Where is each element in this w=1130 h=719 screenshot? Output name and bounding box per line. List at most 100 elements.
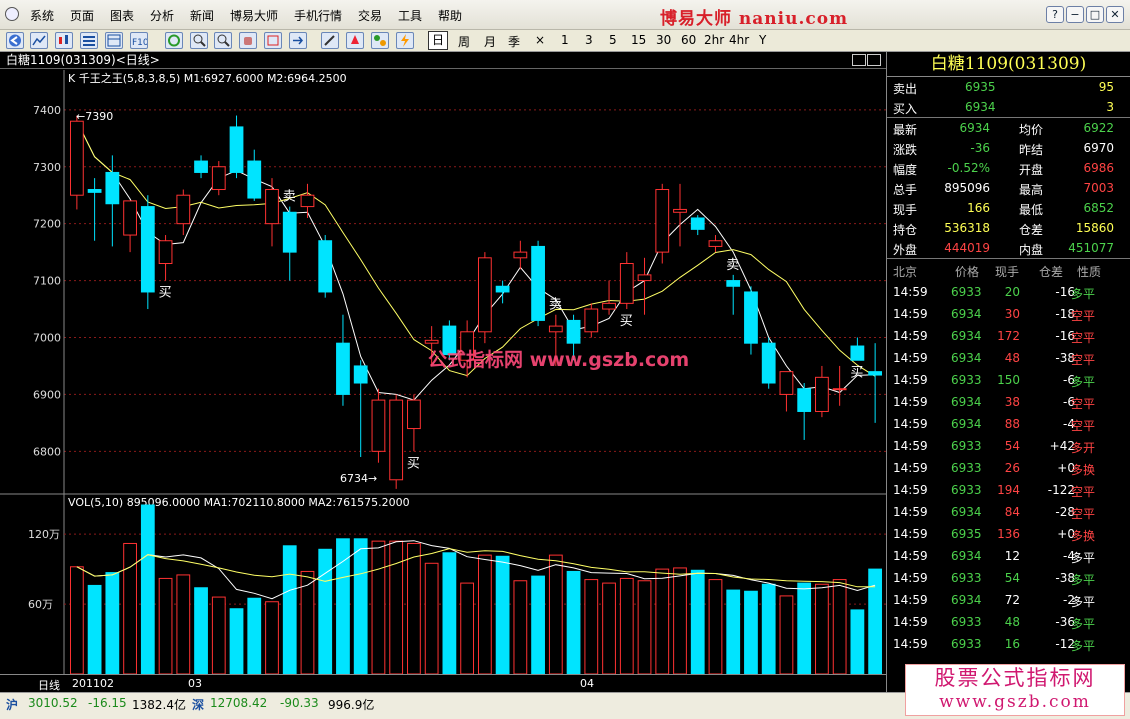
candle-body <box>797 388 812 412</box>
sh-amount: 1382.4亿 <box>132 698 186 712</box>
hand-icon[interactable] <box>239 32 257 49</box>
sh-index: 3010.52 <box>28 696 78 710</box>
candle-body <box>318 240 333 293</box>
period-close[interactable]: × <box>535 33 545 47</box>
period-day[interactable]: 日 <box>428 31 449 50</box>
volume-bar <box>477 554 492 674</box>
candle-body <box>850 345 865 361</box>
help-window-icon[interactable]: ? <box>1046 6 1064 23</box>
line-chart-icon[interactable] <box>30 32 48 49</box>
candle-body <box>690 217 705 230</box>
candle-body <box>602 302 616 310</box>
menu-system[interactable]: 系统 <box>30 7 54 24</box>
menu-mobile[interactable]: 手机行情 <box>294 7 342 24</box>
period-3min[interactable]: 3 <box>585 33 593 47</box>
menu-page[interactable]: 页面 <box>70 7 94 24</box>
volume-bar <box>318 548 333 674</box>
period-5min[interactable]: 5 <box>609 33 617 47</box>
menu-chart[interactable]: 图表 <box>110 7 134 24</box>
volume-bar <box>424 562 439 674</box>
candle-body <box>531 245 545 321</box>
menu-trade[interactable]: 交易 <box>358 7 382 24</box>
refresh-icon[interactable] <box>165 32 183 49</box>
period-1min[interactable]: 1 <box>561 33 569 47</box>
tick-row: 14:59 6934 172 -16 空平 <box>893 329 1096 345</box>
volume-bar <box>815 583 829 674</box>
menu-analysis[interactable]: 分析 <box>150 7 174 24</box>
maximize-icon[interactable]: □ <box>1086 6 1104 23</box>
app-logo-icon[interactable] <box>5 7 19 21</box>
sz-label: 深 <box>192 698 205 712</box>
period-60min[interactable]: 60 <box>681 33 696 47</box>
f10-icon[interactable]: F10 <box>130 32 149 49</box>
list-icon[interactable] <box>80 32 98 49</box>
indicator-icon[interactable] <box>371 32 389 49</box>
table-icon[interactable] <box>105 32 123 49</box>
flash-icon[interactable] <box>396 32 414 49</box>
stat-value: 6970 <box>1083 141 1114 155</box>
quote-stat-row: 外盘 444019 内盘 451077 <box>887 238 1130 258</box>
tick-row: 14:59 6933 16 -12 多平 <box>893 637 1096 653</box>
period-4hr[interactable]: 4hr <box>729 33 749 47</box>
volume-bar <box>619 577 634 674</box>
menu-boyi[interactable]: 博易大师 <box>230 7 278 24</box>
tick-row: 14:59 6934 84 -28 空平 <box>893 505 1096 521</box>
menu-tools[interactable]: 工具 <box>398 7 422 24</box>
kline-icon[interactable] <box>55 32 73 49</box>
back-icon[interactable] <box>6 32 24 49</box>
kline-chart[interactable]: K 千王之王(5,8,3,8,5) M1:6927.6000 M2:6964.2… <box>0 70 886 674</box>
stat-value: 15860 <box>1075 221 1114 235</box>
volume-bar <box>282 545 297 674</box>
zoom-out-icon[interactable] <box>214 32 232 49</box>
tick-row: 14:59 6934 48 -38 空平 <box>893 351 1096 367</box>
volume-bar <box>513 580 528 674</box>
select-icon[interactable] <box>264 32 282 49</box>
tick-row: 14:59 6933 20 -16 多平 <box>893 285 1096 301</box>
period-2hr[interactable]: 2hr <box>704 33 724 47</box>
period-month[interactable]: 月 <box>484 33 496 50</box>
draw-icon[interactable] <box>321 32 339 49</box>
period-year[interactable]: Y <box>759 33 766 47</box>
sh-label: 沪 <box>6 698 19 712</box>
candle-body <box>69 120 84 196</box>
alert-icon[interactable] <box>346 32 364 49</box>
minimize-icon[interactable]: − <box>1066 6 1084 23</box>
candle-body <box>744 291 758 344</box>
period-30min[interactable]: 30 <box>656 33 671 47</box>
candle-body <box>265 189 279 225</box>
nav-left-icon[interactable] <box>852 54 866 66</box>
window-controls: ? − □ ✕ <box>1044 6 1124 23</box>
period-quarter[interactable]: 季 <box>508 33 520 50</box>
volume-bar <box>566 570 581 674</box>
volume-bar <box>531 575 545 674</box>
tick-header: 北京 价格 现手 仓差 性质 <box>893 265 1102 279</box>
signal-label: 买 <box>620 314 633 329</box>
tick-row: 14:59 6934 38 -6 空平 <box>893 395 1096 411</box>
candle-body <box>868 371 883 376</box>
volume-bar <box>584 579 599 674</box>
export-icon[interactable] <box>289 32 307 49</box>
candle-body <box>87 189 102 193</box>
stat-label: 涨跌 <box>893 143 918 157</box>
tick-row: 14:59 6933 54 -38 多平 <box>893 571 1096 587</box>
tick-list[interactable]: 14:59 6933 20 -16 多平 14:59 6934 30 -18 空平… <box>887 281 1130 655</box>
candle-body <box>708 240 723 247</box>
price-tick-label: 7000 <box>33 331 61 344</box>
menu-news[interactable]: 新闻 <box>190 7 214 24</box>
zoom-in-icon[interactable] <box>190 32 208 49</box>
sz-index: 12708.42 <box>210 696 268 710</box>
volume-bar <box>832 579 847 674</box>
period-week[interactable]: 周 <box>458 33 470 50</box>
stat-label: 最新 <box>893 123 918 137</box>
menu-help[interactable]: 帮助 <box>438 7 462 24</box>
volume-bar <box>176 574 191 674</box>
period-15min[interactable]: 15 <box>631 33 646 47</box>
quote-stat-row: 持仓 536318 仓差 15860 <box>887 218 1130 238</box>
close-icon[interactable]: ✕ <box>1106 6 1124 23</box>
nav-right-icon[interactable] <box>867 54 881 66</box>
stat-value: -0.52% <box>947 161 990 175</box>
volume-bar <box>726 589 741 674</box>
high-label: ←7390 <box>76 110 113 123</box>
stat-value: 895096 <box>944 181 990 195</box>
candle-body <box>477 257 492 333</box>
